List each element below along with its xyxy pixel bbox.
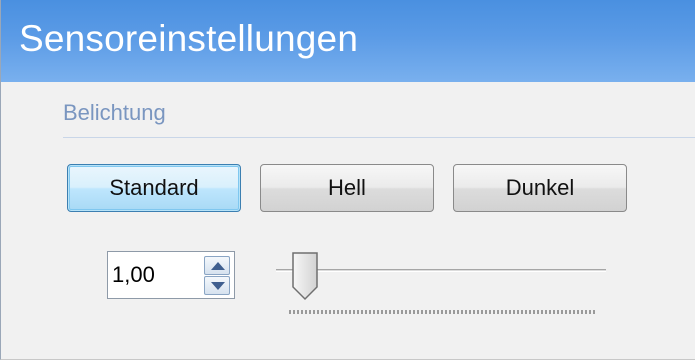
window-title: Sensoreinstellungen [19, 18, 359, 59]
title-bar: Sensoreinstellungen [1, 0, 695, 82]
exposure-slider-track[interactable] [276, 269, 606, 272]
sensor-settings-window: Sensoreinstellungen Belichtung Standard … [0, 0, 695, 360]
slider-ticks [289, 310, 595, 314]
arrow-up-icon [211, 262, 225, 270]
exposure-value-spinner[interactable]: 1,00 [107, 251, 235, 299]
exposure-slider-thumb[interactable] [290, 251, 320, 301]
standard-button[interactable]: Standard [67, 164, 241, 212]
exposure-value-input[interactable]: 1,00 [112, 262, 155, 288]
dark-button[interactable]: Dunkel [453, 164, 627, 212]
group-divider [63, 137, 695, 138]
spin-up-button[interactable] [204, 256, 230, 275]
group-label: Belichtung [63, 100, 166, 125]
bright-button[interactable]: Hell [260, 164, 434, 212]
spin-down-button[interactable] [204, 276, 230, 295]
arrow-down-icon [211, 282, 225, 290]
